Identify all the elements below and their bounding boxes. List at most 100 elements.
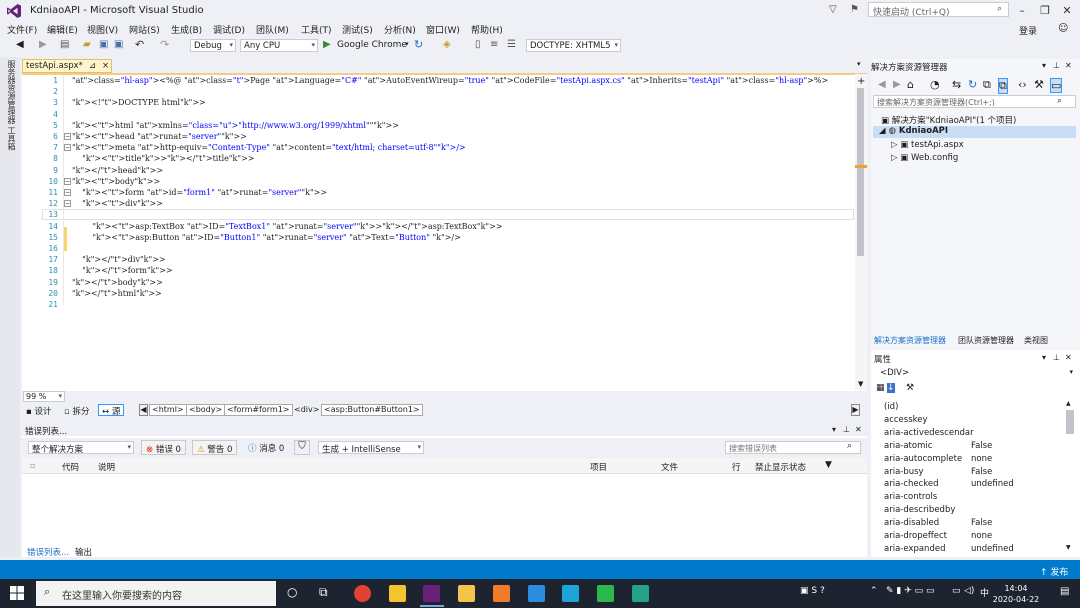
code-line[interactable]: "k"><"t">meta "at">http-equiv="Content-T… — [72, 143, 466, 152]
property-row[interactable]: aria-controls — [881, 491, 1069, 504]
pin-icon[interactable]: ⊿ — [89, 61, 96, 71]
fold-toggle-icon[interactable]: − — [64, 144, 71, 152]
doctype-combo[interactable]: DOCTYPE: XHTML5 ▾ — [526, 39, 621, 52]
back-icon[interactable]: ◀ — [878, 79, 886, 90]
code-line[interactable]: "k"></"t">body"k">> — [72, 278, 163, 287]
menu-debug[interactable]: 调试(D) — [213, 23, 245, 36]
property-row[interactable]: aria-expanded undefined — [881, 543, 1069, 556]
new-project-icon[interactable]: ▤ — [60, 39, 69, 50]
code-line[interactable]: "k"><"t">title"k">>"k"></"t">title"k">> — [72, 154, 254, 163]
fold-toggle-icon[interactable]: − — [64, 200, 71, 208]
server-explorer-toolbox-tab[interactable]: 服务器资源管理器 工具箱 — [4, 60, 16, 151]
qq-icon[interactable] — [562, 585, 579, 602]
tray-icons[interactable]: ▣ S ? — [800, 586, 825, 596]
property-row[interactable]: aria-describedby — [881, 504, 1069, 517]
platform-combo[interactable]: Any CPU ▾ — [240, 39, 318, 52]
column-file[interactable]: 文件 — [661, 461, 678, 473]
pending-changes-icon[interactable]: ◔ — [930, 78, 940, 91]
column-project[interactable]: 项目 — [590, 461, 607, 473]
window-position-icon[interactable]: ▾ — [1042, 353, 1046, 362]
volume-icon[interactable]: ◁) — [964, 586, 974, 596]
run-target-button[interactable]: Google Chrome — [337, 40, 407, 50]
close-icon[interactable]: × — [102, 61, 109, 71]
run-icon[interactable]: ▶ — [323, 39, 331, 50]
close-icon[interactable]: ✕ — [1065, 353, 1072, 362]
word-app-icon[interactable] — [528, 585, 545, 602]
forward-icon[interactable]: ▶ — [39, 39, 47, 50]
property-row[interactable]: aria-atomic False — [881, 440, 1069, 453]
column-line[interactable]: 行 — [732, 461, 741, 473]
error-scope-combo[interactable]: 整个解决方案 ▾ — [28, 441, 134, 455]
restore-button[interactable]: ❐ — [1035, 4, 1055, 17]
tree-item-webconfig[interactable]: ▷ ▣ Web.config — [891, 153, 958, 163]
close-icon[interactable]: ✕ — [855, 425, 862, 434]
tab-class-view[interactable]: 类视图 — [1024, 335, 1048, 346]
home-icon[interactable]: ⌂ — [907, 78, 914, 91]
code-line[interactable]: "k"><"t">asp:Button "at">ID="Button1" "a… — [72, 233, 460, 242]
messages-filter-button[interactable]: ⓘ 消息 0 — [244, 440, 288, 455]
fold-toggle-icon[interactable]: − — [64, 133, 71, 140]
document-icon[interactable]: ▯ — [475, 39, 481, 50]
media-app-icon[interactable] — [493, 585, 510, 602]
breadcrumb-prev-icon[interactable]: ◀ — [139, 404, 148, 416]
network-icon[interactable]: ▭ — [952, 586, 961, 596]
wechat-icon[interactable] — [597, 585, 614, 602]
zoom-combo[interactable]: 99 % ▾ — [23, 391, 65, 402]
code-line[interactable]: "at">class="hl-asp"><%@ "at">class="t">P… — [72, 76, 828, 85]
menu-help[interactable]: 帮助(H) — [471, 23, 503, 36]
cortana-icon[interactable]: ○ — [287, 585, 297, 599]
chrome-icon[interactable] — [354, 585, 371, 602]
menu-tools[interactable]: 工具(T) — [301, 23, 332, 36]
property-value[interactable]: False — [971, 467, 992, 477]
code-line[interactable]: "k"></"t">div"k">> — [72, 255, 165, 264]
terminal-app-icon[interactable] — [632, 585, 649, 602]
tray-app-icons[interactable]: ✎ ▮ ✈ ▭ ▭ — [886, 586, 935, 596]
pin-icon[interactable]: ⊥ — [1053, 61, 1060, 70]
filter-icon[interactable]: ⛉ — [294, 440, 310, 455]
forward-icon[interactable]: ▶ — [893, 79, 901, 90]
property-row[interactable]: aria-checked undefined — [881, 478, 1069, 491]
redo-icon[interactable]: ↷ — [160, 38, 169, 51]
scroll-up-icon[interactable]: ▲ — [1066, 400, 1071, 407]
menu-analyze[interactable]: 分析(N) — [384, 23, 416, 36]
window-position-icon[interactable]: ▾ — [1042, 61, 1046, 70]
save-all-icon[interactable]: ▣ — [114, 39, 123, 50]
property-row[interactable]: aria-busy False — [881, 466, 1069, 479]
preview-icon[interactable]: ▭ — [1050, 78, 1063, 93]
code-line[interactable]: "k"><!"t">DOCTYPE html"k">> — [72, 98, 206, 107]
task-view-icon[interactable]: ⧉ — [319, 585, 328, 600]
alphabetical-icon[interactable]: ↓ — [887, 383, 895, 393]
tab-team-explorer[interactable]: 团队资源管理器 — [958, 335, 1014, 346]
breadcrumb-form[interactable]: <form#form1> — [224, 404, 293, 416]
refresh-icon[interactable]: ↻ — [968, 78, 977, 91]
property-row[interactable]: aria-autocomplete none — [881, 453, 1069, 466]
fold-toggle-icon[interactable]: − — [64, 177, 71, 185]
menu-build[interactable]: 生成(B) — [171, 23, 202, 36]
property-row[interactable]: aria-disabled False — [881, 517, 1069, 530]
close-button[interactable]: ✕ — [1057, 4, 1077, 17]
code-line[interactable]: "k"><"t">asp:TextBox "at">ID="TextBox1" … — [72, 222, 502, 231]
collapse-all-icon[interactable]: ⧉ — [983, 78, 991, 92]
solution-search-input[interactable]: 搜索解决方案资源管理器(Ctrl+;) — [873, 95, 1076, 108]
taskbar-clock[interactable]: 14:04 2020-04-22 — [986, 583, 1046, 605]
categorized-icon[interactable]: ▦ — [876, 383, 885, 393]
column-suppression[interactable]: 禁止显示状态 — [755, 461, 806, 473]
property-value[interactable]: undefined — [971, 479, 1014, 489]
browser-link-icon[interactable]: ◈ — [443, 39, 451, 50]
code-line[interactable]: "k"><"t">head "at">runat="server""k">> — [72, 132, 247, 141]
menu-website[interactable]: 网站(S) — [129, 23, 160, 36]
build-filter-combo[interactable]: 生成 + IntelliSense ▾ — [318, 441, 424, 455]
menu-window[interactable]: 窗口(W) — [426, 23, 460, 36]
properties-object-combo[interactable]: <DIV> ▾ — [877, 367, 1076, 380]
errors-filter-button[interactable]: ⊗ 错误 0 — [141, 440, 186, 455]
properties-icon[interactable]: ⚒ — [1034, 78, 1044, 91]
menu-edit[interactable]: 编辑(E) — [47, 23, 78, 36]
show-all-files-icon[interactable]: ⧉ — [998, 78, 1008, 94]
chevron-down-icon[interactable]: ▾ — [405, 40, 409, 48]
property-value[interactable]: False — [971, 518, 992, 528]
filter-icon[interactable]: ▽ — [829, 4, 837, 15]
notification-icon[interactable]: ▤ — [1060, 586, 1069, 597]
warnings-filter-button[interactable]: ⚠ 警告 0 — [192, 440, 238, 455]
property-row[interactable]: aria-activedescendar — [881, 427, 1069, 440]
config-combo[interactable]: Debug ▾ — [190, 39, 236, 52]
